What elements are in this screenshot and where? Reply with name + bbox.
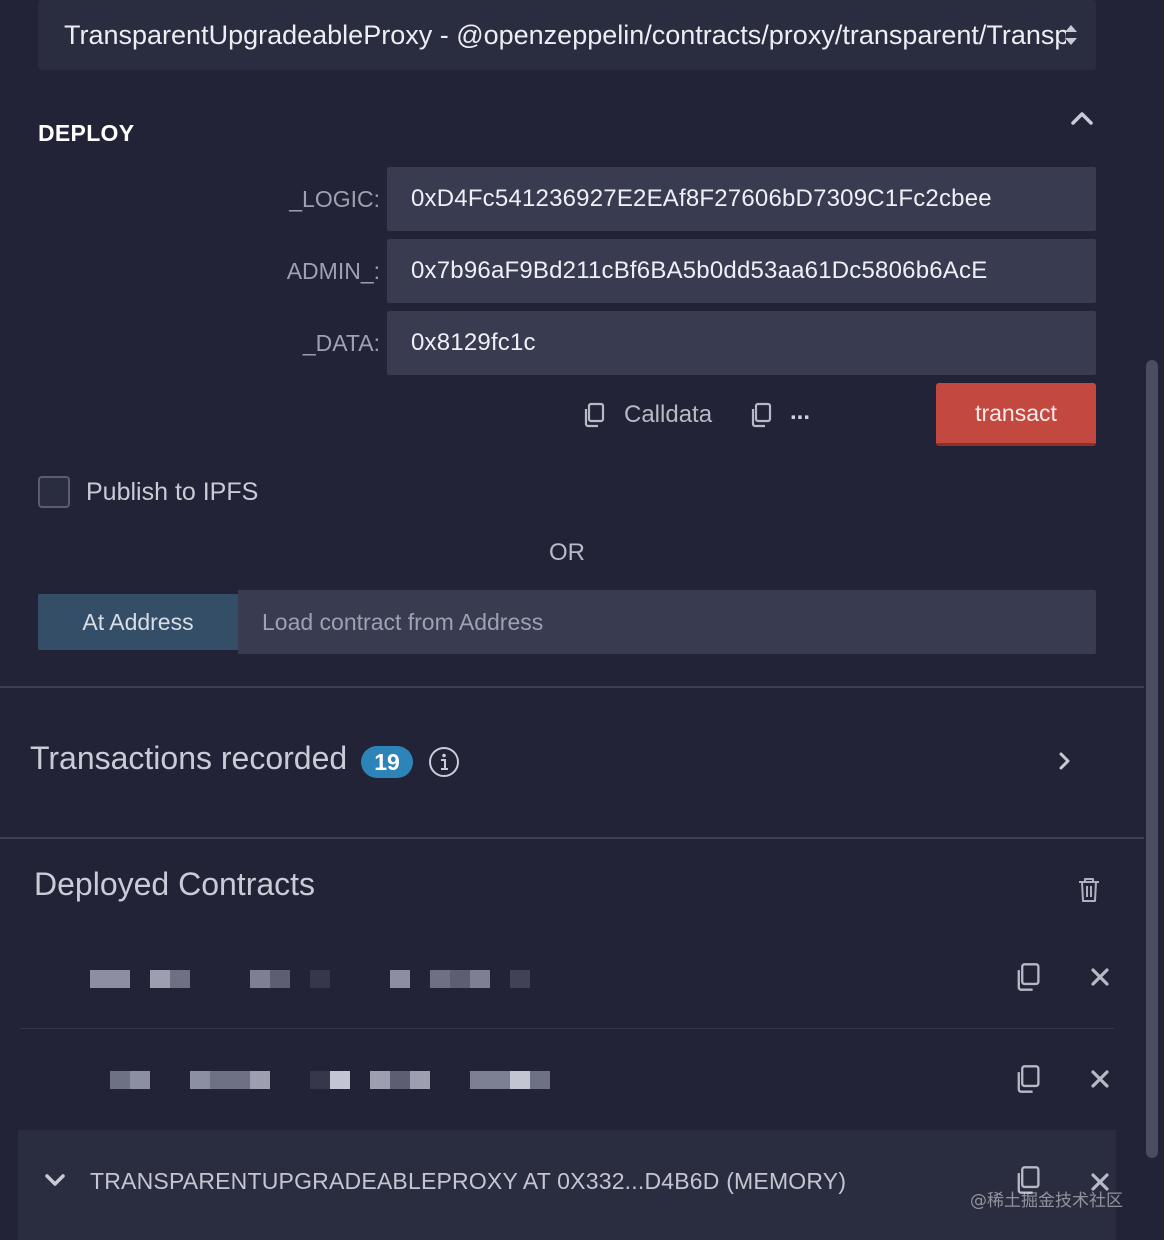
param-label-logic: _LOGIC:: [289, 186, 380, 212]
more-params[interactable]: ...: [790, 398, 810, 426]
contract-select[interactable]: TransparentUpgradeableProxy - @openzeppe…: [38, 0, 1096, 70]
deployed-contracts-title: Deployed Contracts: [34, 866, 316, 902]
scrollbar-thumb[interactable]: [1146, 360, 1158, 1158]
close-icon[interactable]: [1090, 1069, 1110, 1089]
section-divider: [0, 686, 1144, 688]
watermark: @稀土掘金技术社区: [970, 1191, 1123, 1211]
section-divider: [0, 837, 1144, 839]
publish-ipfs-label: Publish to IPFS: [86, 478, 259, 506]
param-label-data: _DATA:: [302, 330, 380, 356]
at-address-button[interactable]: At Address: [38, 594, 238, 650]
info-icon[interactable]: [428, 746, 460, 778]
transactions-count-badge: 19: [361, 746, 413, 778]
copy-address-icon[interactable]: [1014, 962, 1042, 992]
param-value-data: 0x8129fc1c: [411, 329, 536, 356]
param-value-logic: 0xD4Fc541236927E2EAf8F27606bD7309C1Fc2cb…: [411, 185, 992, 212]
deploy-title: DEPLOY: [38, 120, 135, 146]
param-input-data[interactable]: 0x8129fc1c: [387, 311, 1096, 375]
param-input-logic[interactable]: 0xD4Fc541236927E2EAf8F27606bD7309C1Fc2cb…: [387, 167, 1096, 231]
calldata-label[interactable]: Calldata: [624, 401, 712, 429]
transact-button[interactable]: transact: [936, 383, 1096, 446]
or-label: OR: [549, 539, 585, 566]
copy-params-icon[interactable]: [749, 402, 773, 428]
transactions-title[interactable]: Transactions recorded: [30, 740, 347, 777]
chevron-down-icon[interactable]: [44, 1172, 66, 1188]
param-label-admin: ADMIN_:: [286, 258, 380, 284]
row-divider: [20, 1028, 1114, 1029]
at-address-input[interactable]: Load contract from Address: [238, 590, 1096, 654]
close-icon[interactable]: [1090, 967, 1110, 987]
deployed-contract-name: TRANSPARENTUPGRADEABLEPROXY AT 0X332...D…: [90, 1168, 847, 1194]
publish-ipfs-checkbox[interactable]: [38, 476, 70, 508]
param-input-admin[interactable]: 0x7b96aF9Bd211cBf6BA5b0dd53aa61Dc5806b6A…: [387, 239, 1096, 303]
chevron-right-icon[interactable]: [1056, 750, 1074, 772]
at-address-placeholder: Load contract from Address: [262, 608, 544, 635]
select-arrows-icon: [1065, 25, 1077, 45]
collapse-icon[interactable]: [1070, 108, 1094, 128]
pixelated-contract-row: [0, 960, 1144, 1000]
pixelated-contract-row: [0, 1061, 1144, 1101]
copy-address-icon[interactable]: [1014, 1064, 1042, 1094]
trash-icon[interactable]: [1077, 876, 1101, 904]
contract-select-value: TransparentUpgradeableProxy - @openzeppe…: [64, 19, 1066, 50]
copy-calldata-icon[interactable]: [582, 402, 606, 428]
param-value-admin: 0x7b96aF9Bd211cBf6BA5b0dd53aa61Dc5806b6A…: [411, 257, 988, 284]
